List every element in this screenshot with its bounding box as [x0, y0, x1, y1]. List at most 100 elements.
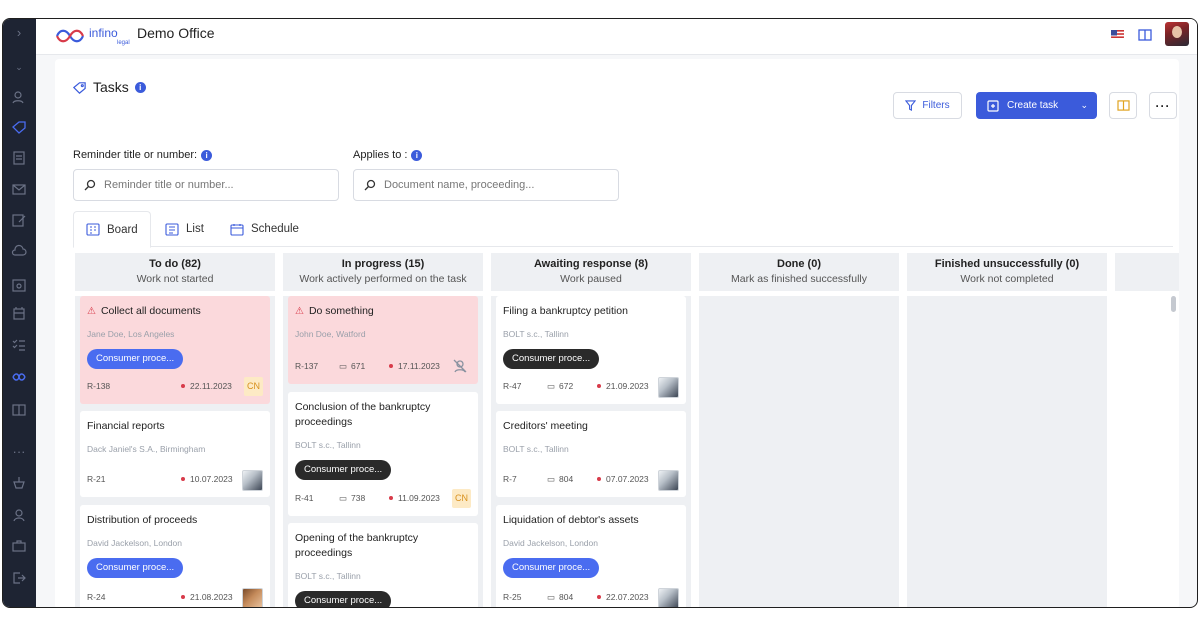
- calendar-search-icon[interactable]: [11, 277, 27, 293]
- card-id: R-138: [87, 381, 111, 391]
- card-subtitle: David Jackelson, London: [87, 538, 182, 548]
- logout-icon[interactable]: [11, 570, 27, 586]
- archive-icon[interactable]: [11, 306, 27, 322]
- proceeding-tag[interactable]: Consumer proce...: [87, 349, 184, 369]
- cn-badge: CN: [244, 377, 263, 396]
- column-title: To do (82): [149, 258, 201, 270]
- user-icon[interactable]: [11, 507, 27, 523]
- card-id: R-25: [503, 592, 522, 602]
- applies-search-field[interactable]: [353, 169, 619, 201]
- task-card[interactable]: ⚠ Collect all documents Jane Doe, Los Ang…: [80, 296, 270, 404]
- board-scrollbar[interactable]: [1171, 296, 1176, 312]
- documents-icon[interactable]: [11, 150, 27, 166]
- board-icon: [86, 223, 100, 236]
- create-task-button[interactable]: Create task ⌄: [976, 92, 1097, 119]
- card-subtitle: BOLT s.c., Tallinn: [295, 440, 361, 450]
- guide-button[interactable]: [1109, 92, 1137, 119]
- info-icon[interactable]: i: [411, 149, 423, 161]
- contacts-icon[interactable]: [11, 89, 27, 105]
- card-id: R-7: [503, 474, 517, 484]
- tab-list[interactable]: List: [153, 211, 216, 247]
- reminder-label-text: Reminder title or number:: [73, 149, 198, 161]
- more-options-button[interactable]: ···: [1149, 92, 1177, 119]
- card-meta: R-137 ▭ 671 17.11.2023: [295, 356, 471, 376]
- book-icon[interactable]: [11, 402, 27, 418]
- assignee-avatar[interactable]: [658, 470, 679, 491]
- proceeding-tag[interactable]: Consumer proce...: [503, 558, 600, 578]
- chevron-down-icon[interactable]: ⌄: [1080, 100, 1088, 111]
- create-task-label: Create task: [1007, 100, 1059, 111]
- task-card[interactable]: Conclusion of the bankruptcy proceedings…: [288, 392, 478, 516]
- svg-text:infino: infino: [89, 26, 118, 40]
- cloud-icon[interactable]: [11, 243, 27, 259]
- task-card[interactable]: Creditors' meeting BOLT s.c., Tallinn R-…: [496, 411, 686, 497]
- card-title: Financial reports: [87, 420, 165, 432]
- due-dot-icon: [181, 477, 185, 481]
- search-icon: [364, 179, 376, 191]
- proceeding-tag[interactable]: Consumer proce...: [87, 558, 184, 578]
- sidebar: › ⌄ ···: [3, 19, 36, 607]
- task-card[interactable]: Liquidation of debtor's assets David Jac…: [496, 505, 686, 607]
- integrations-icon[interactable]: [11, 475, 27, 491]
- card-subtitle: BOLT s.c., Tallinn: [295, 571, 361, 581]
- view-tabs: Board List Schedule: [73, 211, 1173, 248]
- info-icon[interactable]: i: [134, 81, 146, 93]
- mail-icon[interactable]: [11, 181, 27, 197]
- page-header: Tasks i: [72, 79, 146, 95]
- card-subtitle: David Jackelson, London: [503, 538, 598, 548]
- card-meta: R-47 ▭ 672 21.09.2023: [503, 376, 679, 396]
- assignee-avatar[interactable]: [242, 588, 263, 607]
- card-date: 21.09.2023: [606, 381, 649, 391]
- page-title: Tasks: [93, 79, 129, 95]
- due-dot-icon: [597, 477, 601, 481]
- task-card[interactable]: ⚠ Do something John Doe, Watford R-137 ▭ 6…: [288, 296, 478, 384]
- collapse-chevron-icon[interactable]: ⌄: [11, 59, 27, 75]
- office-name[interactable]: Demo Office: [137, 25, 215, 41]
- edit-icon[interactable]: [11, 212, 27, 228]
- filter-icon: [905, 100, 917, 111]
- card-id: R-47: [503, 381, 522, 391]
- task-card[interactable]: Filing a bankruptcy petition BOLT s.c., …: [496, 296, 686, 404]
- column-title: Awaiting response (8): [533, 258, 649, 270]
- proceeding-tag[interactable]: Consumer proce...: [295, 591, 392, 607]
- warning-icon: ⚠: [87, 306, 96, 317]
- column-header: Awaiting response (8) Work paused: [491, 253, 691, 291]
- filters-button[interactable]: Filters: [893, 92, 962, 119]
- calendar-icon: ▭: [339, 492, 348, 503]
- help-book-icon[interactable]: [1138, 28, 1152, 41]
- board-column-in-progress: In progress (15) Work actively performed…: [283, 253, 483, 607]
- proceeding-tag[interactable]: Consumer proce...: [503, 349, 600, 369]
- expand-sidebar-icon[interactable]: ›: [11, 25, 27, 41]
- cn-badge: CN: [452, 489, 471, 508]
- applies-search-input[interactable]: [384, 179, 584, 191]
- card-title: Collect all documents: [100, 305, 201, 317]
- no-assignee-icon[interactable]: [452, 358, 468, 374]
- tab-board[interactable]: Board: [73, 211, 151, 248]
- board-column-todo: To do (82) Work not started ⚠ Collect all…: [75, 253, 275, 607]
- column-title: Finished unsuccessfully (0): [934, 258, 1080, 270]
- user-avatar[interactable]: [1165, 22, 1189, 46]
- tab-schedule[interactable]: Schedule: [218, 211, 311, 247]
- reminder-search-field[interactable]: [73, 169, 339, 201]
- briefcase-icon[interactable]: [11, 538, 27, 554]
- assignee-avatar[interactable]: [658, 588, 679, 607]
- assignee-avatar[interactable]: [658, 377, 679, 398]
- proceeding-tag[interactable]: Consumer proce...: [295, 460, 392, 480]
- us-flag-icon[interactable]: [1111, 28, 1124, 39]
- tasks-icon[interactable]: [11, 119, 27, 135]
- column-body: [907, 296, 1107, 607]
- info-icon[interactable]: i: [201, 149, 213, 161]
- card-title: Creditors' meeting: [503, 420, 588, 432]
- due-dot-icon: [181, 384, 185, 388]
- task-card[interactable]: Financial reports Dack Janiel's S.A., Bi…: [80, 411, 270, 497]
- assignee-avatar[interactable]: [242, 470, 263, 491]
- infino-logo-icon[interactable]: [11, 369, 27, 385]
- checklist-icon[interactable]: [11, 337, 27, 353]
- task-card[interactable]: Opening of the bankruptcy proceedings BO…: [288, 523, 478, 607]
- reminder-search-input[interactable]: [104, 179, 304, 191]
- more-dots-icon[interactable]: ···: [11, 444, 27, 460]
- task-card[interactable]: Distribution of proceeds David Jackelson…: [80, 505, 270, 607]
- calendar-icon: ▭: [547, 591, 556, 602]
- column-subtitle: Work actively performed on the task: [299, 273, 467, 285]
- card-meta: R-41 ▭ 738 11.09.2023: [295, 488, 471, 508]
